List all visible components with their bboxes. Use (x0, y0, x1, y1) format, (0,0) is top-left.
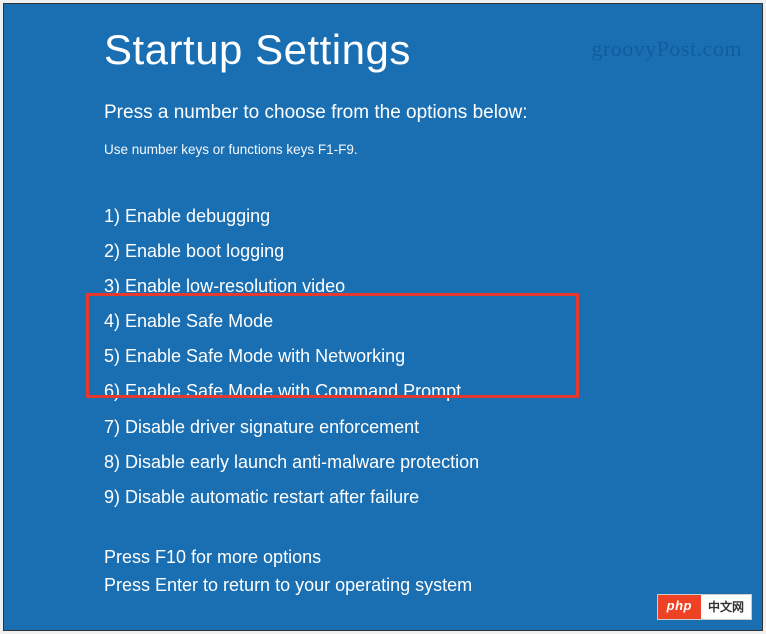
key-hint: Use number keys or functions keys F1-F9. (104, 142, 762, 157)
watermark-php-right: 中文网 (701, 595, 751, 619)
watermark-php: php 中文网 (657, 594, 752, 620)
option-enable-safe-mode[interactable]: 4) Enable Safe Mode (104, 304, 762, 339)
footer-more-options: Press F10 for more options (104, 544, 472, 572)
option-enable-low-resolution-video[interactable]: 3) Enable low-resolution video (104, 269, 762, 304)
watermark-php-left: php (658, 595, 701, 619)
footer-return: Press Enter to return to your operating … (104, 572, 472, 600)
option-disable-anti-malware[interactable]: 8) Disable early launch anti-malware pro… (104, 445, 762, 480)
instruction-subtitle: Press a number to choose from the option… (104, 102, 762, 124)
option-disable-auto-restart[interactable]: 9) Disable automatic restart after failu… (104, 480, 762, 515)
option-enable-boot-logging[interactable]: 2) Enable boot logging (104, 234, 762, 269)
option-enable-debugging[interactable]: 1) Enable debugging (104, 199, 762, 234)
boot-options-list: 1) Enable debugging 2) Enable boot loggi… (104, 199, 762, 515)
startup-settings-screen: Startup Settings Press a number to choos… (3, 3, 763, 631)
footer-instructions: Press F10 for more options Press Enter t… (104, 544, 472, 600)
watermark-groovypost: groovyPost.com (591, 36, 742, 62)
option-enable-safe-mode-command-prompt[interactable]: 6) Enable Safe Mode with Command Prompt (104, 374, 762, 409)
option-enable-safe-mode-networking[interactable]: 5) Enable Safe Mode with Networking (104, 339, 762, 374)
option-disable-driver-signature[interactable]: 7) Disable driver signature enforcement (104, 410, 762, 445)
